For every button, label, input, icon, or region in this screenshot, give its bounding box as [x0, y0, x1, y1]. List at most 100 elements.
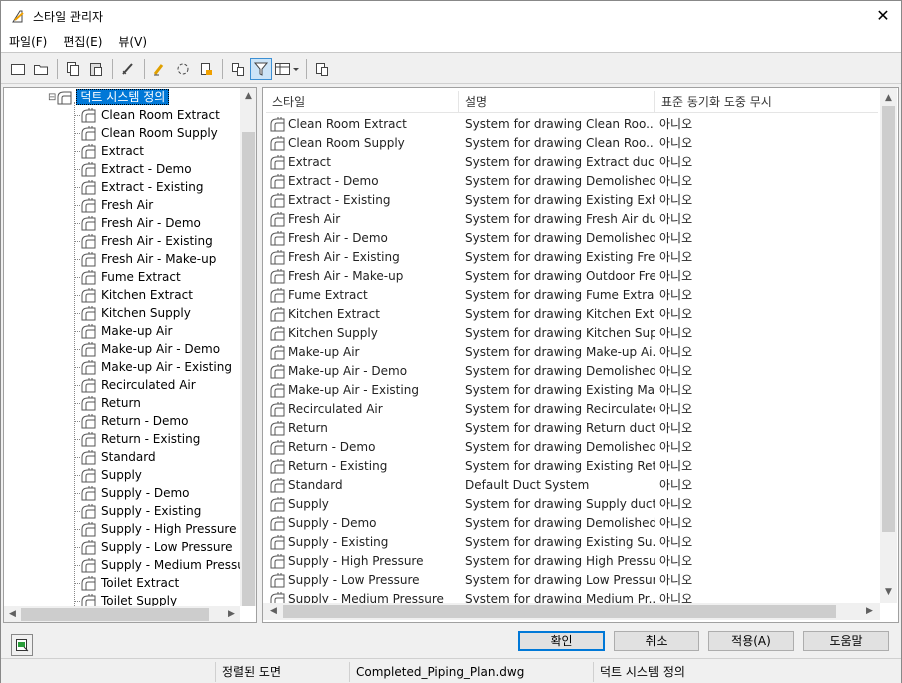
purge-icon[interactable] — [117, 58, 139, 80]
edit-style-icon[interactable] — [149, 58, 171, 80]
standards-icon[interactable] — [195, 58, 217, 80]
tree-item[interactable]: Supply - Medium Pressu — [74, 556, 240, 574]
tree-item[interactable]: Extract - Demo — [74, 160, 192, 178]
copy-icon[interactable] — [62, 58, 84, 80]
list-row[interactable]: Extract - Existing System for drawing Exi… — [266, 190, 878, 209]
display-repair-icon[interactable] — [311, 58, 333, 80]
tree-item[interactable]: Recirculated Air — [74, 376, 196, 394]
menu-view[interactable]: 뷰(V) — [110, 33, 155, 50]
tree-item[interactable]: Toilet Supply — [74, 592, 177, 606]
scroll-down-arrow[interactable]: ▼ — [880, 584, 897, 601]
list-row[interactable]: Make-up Air - Demo System for drawing Dem… — [266, 361, 878, 380]
tree-item[interactable]: Supply - Demo — [74, 484, 190, 502]
scroll-right-arrow[interactable]: ▶ — [861, 603, 878, 620]
column-header-style[interactable]: 스타일 — [266, 91, 459, 113]
list-row[interactable]: Supply - Low Pressure System for drawing … — [266, 570, 878, 589]
style-tree-pane[interactable]: ⊟ 덕트 시스템 정의 Clean Room Extract Clean Room… — [3, 87, 257, 623]
filter-icon[interactable] — [250, 57, 272, 80]
tree-item[interactable]: Clean Room Supply — [74, 124, 218, 142]
list-row[interactable]: Clean Room Extract System for drawing Cle… — [266, 114, 878, 133]
tree-item[interactable]: Extract — [74, 142, 144, 160]
scroll-up-arrow[interactable]: ▲ — [240, 88, 256, 105]
list-row[interactable]: Return System for drawing Return duct. 아니오 — [266, 418, 878, 437]
help-button[interactable]: 도움말 — [803, 631, 889, 651]
tree-item[interactable]: Toilet Extract — [74, 574, 179, 592]
tree-item[interactable]: Fume Extract — [74, 268, 181, 286]
list-row[interactable]: Fresh Air - Demo System for drawing Demol… — [266, 228, 878, 247]
list-row[interactable]: Supply - Existing System for drawing Exis… — [266, 532, 878, 551]
scrollbar-thumb[interactable] — [882, 106, 895, 532]
ok-button[interactable]: 확인 — [518, 631, 605, 651]
scroll-left-arrow[interactable]: ◀ — [265, 603, 282, 620]
list-horizontal-scrollbar[interactable]: ◀ ▶ — [263, 603, 880, 620]
list-row[interactable]: Clean Room Supply System for drawing Clea… — [266, 133, 878, 152]
tree-item[interactable]: Clean Room Extract — [74, 106, 220, 124]
list-row[interactable]: Fresh Air - Existing System for drawing E… — [266, 247, 878, 266]
scrollbar-thumb[interactable] — [242, 132, 255, 606]
show-drawing-icon[interactable] — [11, 634, 33, 656]
apply-button[interactable]: 적용(A) — [708, 631, 794, 651]
tree-item[interactable]: Supply - Low Pressure — [74, 538, 233, 556]
tree-item[interactable]: Kitchen Supply — [74, 304, 191, 322]
list-row[interactable]: Fume Extract System for drawing Fume Extr… — [266, 285, 878, 304]
scroll-left-arrow[interactable]: ◀ — [4, 606, 21, 622]
tree-item[interactable]: Fresh Air - Demo — [74, 214, 201, 232]
toggle-view-icon[interactable] — [227, 58, 249, 80]
tree-vertical-scrollbar[interactable]: ▲ — [240, 88, 256, 606]
scrollbar-thumb[interactable] — [283, 605, 836, 618]
scroll-up-arrow[interactable]: ▲ — [880, 90, 897, 107]
list-row[interactable]: Extract System for drawing Extract duct. 아… — [266, 152, 878, 171]
tree-item[interactable]: Fresh Air — [74, 196, 153, 214]
new-icon[interactable] — [7, 58, 29, 80]
tree-item[interactable]: Return — [74, 394, 141, 412]
duct-system-style-icon — [81, 198, 96, 213]
tree-item[interactable]: Supply — [74, 466, 142, 484]
menu-edit[interactable]: 편집(E) — [55, 33, 110, 50]
tree-item[interactable]: Supply - Existing — [74, 502, 201, 520]
tree-item[interactable]: Standard — [74, 448, 156, 466]
column-header-description[interactable]: 설명 — [459, 91, 655, 113]
tree-item[interactable]: Make-up Air — [74, 322, 172, 340]
tree-root-duct-system-definitions[interactable]: ⊟ 덕트 시스템 정의 — [48, 88, 170, 106]
list-row[interactable]: Supply - Medium Pressure System for drawi… — [266, 589, 878, 604]
tree-item[interactable]: Fresh Air - Existing — [74, 232, 213, 250]
view-options-icon[interactable] — [273, 58, 301, 80]
scroll-right-arrow[interactable]: ▶ — [223, 606, 240, 622]
tree-item[interactable]: Extract - Existing — [74, 178, 203, 196]
list-row[interactable]: Supply System for drawing Supply duct. 아니오 — [266, 494, 878, 513]
menu-file[interactable]: 파일(F) — [1, 33, 55, 50]
list-row[interactable]: Kitchen Extract System for drawing Kitche… — [266, 304, 878, 323]
style-list-pane[interactable]: 스타일 설명 표준 동기화 도중 무시 Clean Room Extract Sy… — [262, 87, 899, 623]
tree-item[interactable]: Supply - High Pressure — [74, 520, 237, 538]
tree-item[interactable]: Make-up Air - Existing — [74, 358, 232, 376]
open-folder-icon[interactable] — [30, 58, 52, 80]
list-vertical-scrollbar[interactable]: ▲ ▼ — [880, 88, 897, 603]
list-row[interactable]: Return - Existing System for drawing Exis… — [266, 456, 878, 475]
column-header-ignore-during-sync[interactable]: 표준 동기화 도중 무시 — [655, 91, 878, 113]
tree-item[interactable]: Return - Existing — [74, 430, 200, 448]
duct-system-style-icon — [81, 108, 96, 123]
tree-item[interactable]: Fresh Air - Make-up — [74, 250, 216, 268]
list-row[interactable]: Fresh Air System for drawing Fresh Air du… — [266, 209, 878, 228]
duct-system-style-icon — [81, 576, 96, 591]
scrollbar-thumb[interactable] — [21, 608, 209, 621]
cancel-button[interactable]: 취소 — [614, 631, 699, 651]
paste-icon[interactable] — [85, 58, 107, 80]
sync-icon[interactable] — [172, 58, 194, 80]
list-row[interactable]: Extract - Demo System for drawing Demolis… — [266, 171, 878, 190]
tree-item[interactable]: Make-up Air - Demo — [74, 340, 220, 358]
list-row[interactable]: Recirculated Air System for drawing Recir… — [266, 399, 878, 418]
list-row[interactable]: Make-up Air - Existing System for drawing… — [266, 380, 878, 399]
list-row[interactable]: Supply - High Pressure System for drawing… — [266, 551, 878, 570]
list-row[interactable]: Return - Demo System for drawing Demolish… — [266, 437, 878, 456]
tree-item[interactable]: Return - Demo — [74, 412, 188, 430]
list-row[interactable]: Fresh Air - Make-up System for drawing Ou… — [266, 266, 878, 285]
list-row[interactable]: Standard Default Duct System 아니오 — [266, 475, 878, 494]
list-row[interactable]: Kitchen Supply System for drawing Kitchen… — [266, 323, 878, 342]
list-row[interactable]: Supply - Demo System for drawing Demolish… — [266, 513, 878, 532]
tree-horizontal-scrollbar[interactable]: ◀ ▶ — [4, 606, 240, 622]
close-icon[interactable]: ✕ — [873, 6, 893, 26]
list-row[interactable]: Make-up Air System for drawing Make-up Ai… — [266, 342, 878, 361]
tree-item[interactable]: Kitchen Extract — [74, 286, 193, 304]
collapse-icon[interactable]: ⊟ — [48, 92, 56, 103]
